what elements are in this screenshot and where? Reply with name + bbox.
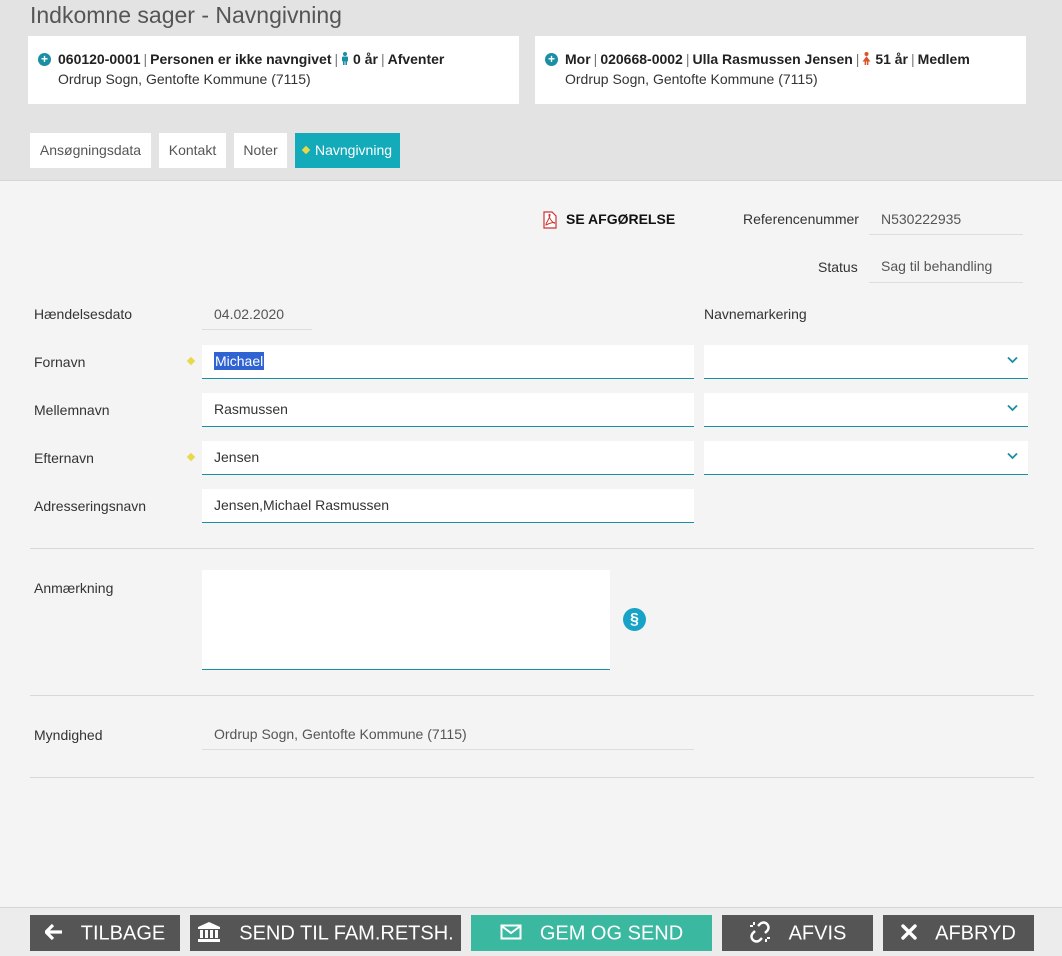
tab-ansoegningsdata[interactable]: Ansøgningsdata <box>30 133 151 168</box>
divider <box>30 777 1034 778</box>
last-name-input[interactable]: Jensen <box>202 441 694 475</box>
mother-role: Mor <box>565 51 591 67</box>
event-date-value: 04.02.2020 <box>202 306 312 330</box>
back-button-label: TILBAGE <box>80 922 166 945</box>
child-age: 0 år <box>353 51 378 67</box>
envelope-icon <box>500 924 522 940</box>
required-diamond-icon <box>186 356 196 366</box>
mother-parish: Ordrup Sogn, Gentofte Kommune (7115) <box>565 71 818 87</box>
remark-label: Anmærkning <box>34 580 114 596</box>
cancel-button-label: AFBRYD <box>935 922 1016 945</box>
mother-status: Medlem <box>917 51 970 67</box>
address-name-label: Adresseringsnavn <box>34 498 147 514</box>
reference-label: Referencenummer <box>743 211 859 227</box>
child-card[interactable]: + 060120-0001 | Personen er ikke navngivet… <box>28 36 519 104</box>
divider <box>30 695 1034 696</box>
pdf-icon[interactable] <box>541 211 559 229</box>
divider <box>30 548 1034 549</box>
authority-label: Myndighed <box>34 727 103 743</box>
authority-value: Ordrup Sogn, Gentofte Kommune (7115) <box>202 726 694 750</box>
child-parish: Ordrup Sogn, Gentofte Kommune (7115) <box>58 71 311 87</box>
female-person-icon <box>862 52 871 65</box>
first-name-input[interactable]: Michael <box>202 345 694 379</box>
event-date-label: Hændelsesdato <box>34 306 133 322</box>
back-button[interactable]: TILBAGE <box>30 915 180 951</box>
expand-plus-icon[interactable]: + <box>38 53 51 66</box>
save-send-button-label: GEM OG SEND <box>539 922 684 945</box>
cancel-button[interactable]: AFBRYD <box>883 915 1034 951</box>
child-status: Afventer <box>387 51 445 67</box>
close-icon <box>901 924 917 940</box>
chevron-down-icon <box>1007 404 1018 412</box>
male-person-icon <box>342 52 349 65</box>
broken-link-icon <box>749 921 770 943</box>
first-name-label: Fornavn <box>34 354 86 370</box>
status-label: Status <box>818 259 858 275</box>
arrow-left-icon <box>44 923 62 940</box>
chevron-down-icon <box>1007 452 1018 460</box>
send-fam-button-label: SEND TIL FAM.RETSH. <box>239 922 454 945</box>
middle-name-label: Mellemnavn <box>34 402 110 418</box>
reference-value: N530222935 <box>869 211 1023 235</box>
reject-button-label: AFVIS <box>788 922 847 945</box>
name-marking-label: Navnemarkering <box>704 306 807 322</box>
reject-button[interactable]: AFVIS <box>722 915 873 951</box>
mother-cpr: 020668-0002 <box>600 51 683 67</box>
mother-age: 51 år <box>875 51 909 67</box>
active-diamond-icon <box>301 145 311 155</box>
child-name: Personen er ikke navngivet <box>150 51 332 67</box>
save-send-button[interactable]: GEM OG SEND <box>471 915 712 951</box>
tab-navngivning[interactable]: Navngivning <box>295 133 400 168</box>
middle-name-marking-select[interactable] <box>704 393 1028 427</box>
status-value: Sag til behandling <box>869 258 1023 283</box>
send-fam-button[interactable]: SEND TIL FAM.RETSH. <box>190 915 461 951</box>
header: Indkomne sager - Navngivning + 060120-00… <box>0 0 1062 181</box>
child-cpr: 060120-0001 <box>58 51 141 67</box>
last-name-marking-select[interactable] <box>704 441 1028 475</box>
first-name-marking-select[interactable] <box>704 345 1028 379</box>
chevron-down-icon <box>1007 356 1018 364</box>
remark-textarea[interactable] <box>202 570 610 670</box>
mother-card[interactable]: + Mor | 020668-0002 | Ulla Rasmussen Jensen |… <box>535 36 1026 104</box>
middle-name-input[interactable]: Rasmussen <box>202 393 694 427</box>
bank-icon <box>198 921 221 942</box>
first-name-value: Michael <box>214 352 265 370</box>
required-diamond-icon <box>186 452 196 462</box>
expand-plus-icon[interactable]: + <box>545 53 558 66</box>
tab-noter[interactable]: Noter <box>234 133 287 168</box>
paragraph-icon[interactable]: § <box>623 608 646 631</box>
tab-kontakt[interactable]: Kontakt <box>159 133 226 168</box>
address-name-input[interactable]: Jensen,Michael Rasmussen <box>202 489 694 523</box>
page-title: Indkomne sager - Navngivning <box>30 2 342 28</box>
mother-name: Ulla Rasmussen Jensen <box>692 51 853 67</box>
se-afgoerelse-link[interactable]: SE AFGØRELSE <box>566 211 675 227</box>
last-name-label: Efternavn <box>34 450 94 466</box>
tab-navngivning-label: Navngivning <box>314 142 393 158</box>
